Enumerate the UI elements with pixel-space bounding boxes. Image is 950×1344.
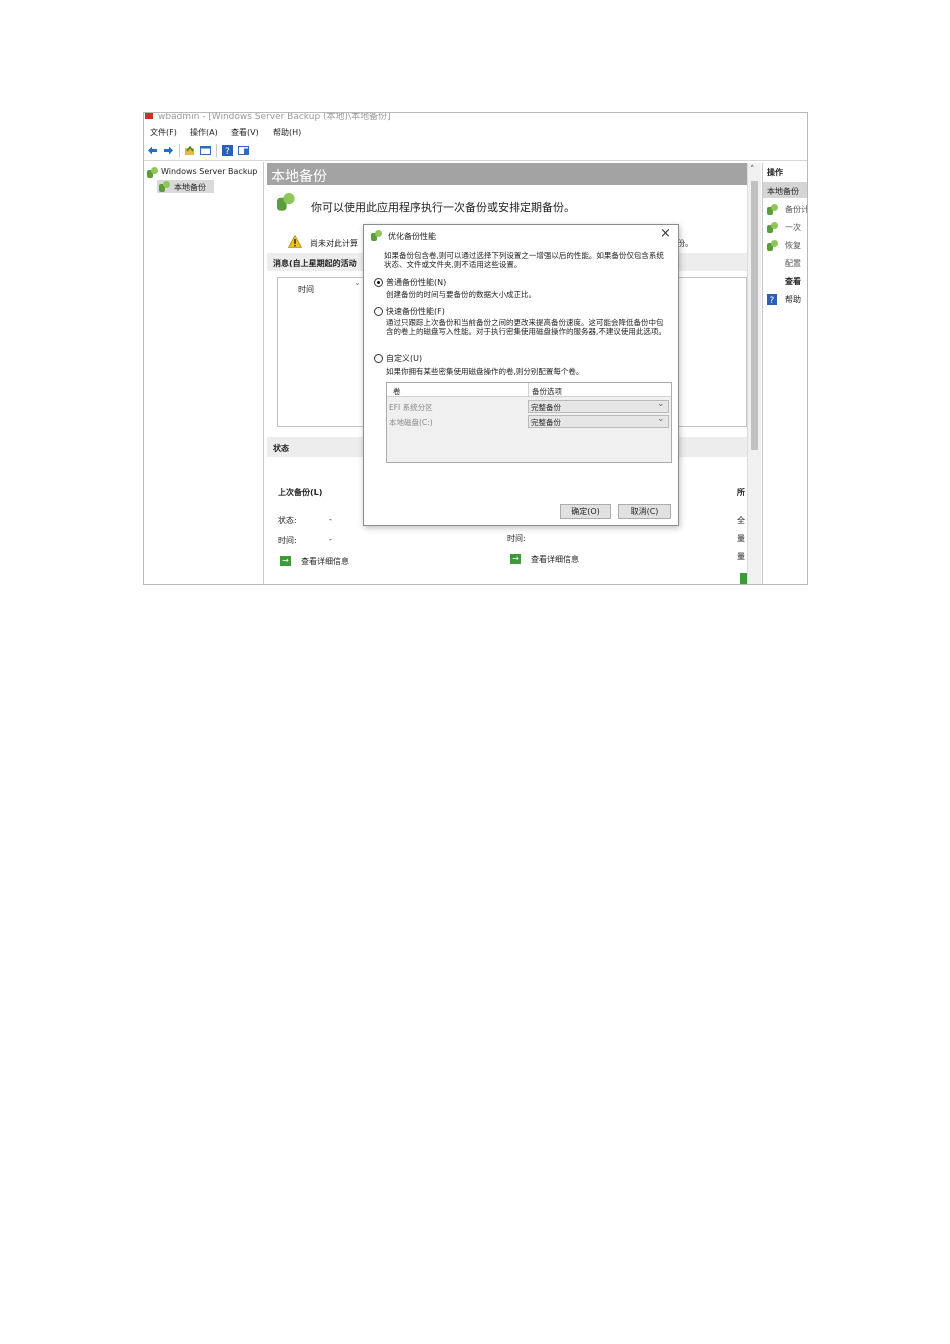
table-row[interactable]: EFI 系统分区 完整备份 ⌄ <box>387 399 671 414</box>
backup-large-icon <box>277 193 296 212</box>
actions-pane: 操作 本地备份 备份计 一次 恢复 配置 查看 ? 帮助 <box>762 163 807 584</box>
action-item[interactable]: 一次 <box>785 222 801 233</box>
table-row[interactable]: 本地磁盘(C:) 完整备份 ⌄ <box>387 414 671 429</box>
warning-text-end: 份。 <box>677 239 693 248</box>
backup-once-icon <box>767 222 779 234</box>
option-description: 如果你拥有某些密集使用磁盘操作的卷,则分别配置每个卷。 <box>386 367 584 376</box>
window-title: wbadmin - [Windows Server Backup (本地)\本地… <box>158 113 391 122</box>
help-icon: ? <box>767 294 777 305</box>
backup-option-value: 完整备份 <box>531 418 561 427</box>
right-col-item: 量 <box>737 552 745 561</box>
sort-chevron-icon: ⌄ <box>354 278 361 287</box>
volume-table: 卷 备份选项 EFI 系统分区 完整备份 ⌄ 本地磁盘(C:) 完整备份 ⌄ <box>386 382 672 463</box>
view-details-icon[interactable]: → <box>280 556 291 566</box>
up-folder-icon[interactable] <box>184 145 195 156</box>
actions-title: 操作 <box>767 168 783 177</box>
header-option[interactable]: 备份选项 <box>532 386 562 397</box>
toolbar-separator <box>179 144 180 157</box>
time-value: - <box>329 535 332 544</box>
backup-option-select[interactable]: 完整备份 ⌄ <box>528 399 669 413</box>
right-col-item: 全 <box>737 516 745 525</box>
chevron-down-icon: ⌄ <box>657 399 665 409</box>
menu-view[interactable]: 查看(V) <box>231 127 259 138</box>
right-col-item: 量 <box>737 534 745 543</box>
tree-item-local-backup[interactable]: 本地备份 <box>157 180 214 193</box>
time-label: 时间: <box>278 536 297 545</box>
radio-fast[interactable] <box>374 307 383 316</box>
action-item[interactable]: 恢复 <box>785 240 801 251</box>
next-time-label: 时间: <box>507 534 526 543</box>
radio-custom[interactable] <box>374 354 383 363</box>
green-button-partial[interactable] <box>740 573 747 584</box>
tree-item-label: 本地备份 <box>174 183 206 192</box>
show-hide-tree-icon[interactable] <box>200 145 211 156</box>
table-header: 卷 备份选项 <box>387 383 671 397</box>
actions-section-label: 本地备份 <box>767 187 799 196</box>
page-title: 本地备份 <box>271 169 327 185</box>
actions-section[interactable]: 本地备份 <box>763 182 807 198</box>
help-icon[interactable]: ? <box>222 145 233 156</box>
app-icon <box>145 113 153 119</box>
warning-icon <box>288 235 302 248</box>
action-item[interactable]: 备份计 <box>785 204 807 215</box>
last-backup-title: 上次备份(L) <box>278 488 323 497</box>
tree-root[interactable]: Windows Server Backup <box>161 167 257 176</box>
status-value: - <box>329 515 332 524</box>
svg-text:?: ? <box>225 147 230 156</box>
messages-title: 消息(自上星期起的活动 <box>273 259 357 268</box>
backup-schedule-icon <box>767 204 779 216</box>
title-bar: wbadmin - [Windows Server Backup (本地)\本地… <box>144 113 807 122</box>
view-details-icon[interactable]: → <box>510 554 521 564</box>
column-divider <box>528 383 529 397</box>
backup-icon <box>147 167 159 179</box>
scroll-thumb[interactable] <box>751 181 758 450</box>
pane-header: 本地备份 <box>267 163 747 185</box>
header-volume[interactable]: 卷 <box>393 386 401 397</box>
optimize-performance-dialog: 优化备份性能 × 如果备份包含卷,则可以通过选择下列设置之一增强以后的性能。如果… <box>363 224 679 526</box>
view-details-link[interactable]: 查看详细信息 <box>531 554 579 565</box>
column-time[interactable]: 时间 <box>298 284 314 295</box>
menu-bar: 文件(F) 操作(A) 查看(V) 帮助(H) <box>144 124 807 140</box>
back-arrow-icon[interactable] <box>147 145 158 156</box>
toolbar-separator <box>216 144 217 157</box>
action-item[interactable]: 帮助 <box>785 294 801 305</box>
navigation-tree: Windows Server Backup 本地备份 <box>144 162 264 584</box>
view-details-link[interactable]: 查看详细信息 <box>301 556 349 567</box>
menu-action[interactable]: 操作(A) <box>190 127 218 138</box>
show-action-pane-icon[interactable] <box>238 145 249 156</box>
menu-file[interactable]: 文件(F) <box>150 127 177 138</box>
right-col-title: 所 <box>737 488 745 497</box>
scrollbar[interactable]: ˄ <box>747 163 761 584</box>
ok-button[interactable]: 确定(O) <box>560 504 611 519</box>
cancel-button[interactable]: 取消(C) <box>618 504 671 519</box>
option-label[interactable]: 自定义(U) <box>386 353 422 364</box>
option-description: 创建备份的时间与要备份的数据大小成正比。 <box>386 290 536 299</box>
volume-name: EFI 系统分区 <box>389 403 433 412</box>
option-description: 通过只跟踪上次备份和当前备份之间的更改来提高备份速度。这可能会降低备份中包含的卷… <box>386 318 666 336</box>
radio-normal[interactable] <box>374 278 383 287</box>
dialog-title: 优化备份性能 <box>388 232 436 241</box>
menu-help[interactable]: 帮助(H) <box>273 127 301 138</box>
warning-text: 尚未对此计算 <box>310 239 358 248</box>
backup-option-value: 完整备份 <box>531 403 561 412</box>
recover-icon <box>767 240 779 252</box>
chevron-down-icon: ⌄ <box>657 414 665 424</box>
intro-text: 你可以使用此应用程序执行一次备份或安排定期备份。 <box>311 201 575 214</box>
toolbar: ? <box>144 141 807 161</box>
status-title: 状态 <box>273 444 289 453</box>
dialog-description: 如果备份包含卷,则可以通过选择下列设置之一增强以后的性能。如果备份仅包含系统状态… <box>384 251 664 269</box>
backup-icon <box>159 181 171 193</box>
backup-option-select[interactable]: 完整备份 ⌄ <box>528 414 669 428</box>
action-item[interactable]: 配置 <box>785 258 801 269</box>
scroll-up-icon[interactable]: ˄ <box>750 165 755 175</box>
status-label: 状态: <box>278 516 297 525</box>
backup-icon <box>371 230 383 242</box>
option-label[interactable]: 普通备份性能(N) <box>386 277 446 288</box>
volume-name: 本地磁盘(C:) <box>389 418 433 427</box>
option-label[interactable]: 快速备份性能(F) <box>386 306 445 317</box>
action-item[interactable]: 查看 <box>785 276 801 287</box>
forward-arrow-icon[interactable] <box>163 145 174 156</box>
close-icon[interactable]: × <box>660 226 671 241</box>
svg-text:?: ? <box>770 296 775 305</box>
